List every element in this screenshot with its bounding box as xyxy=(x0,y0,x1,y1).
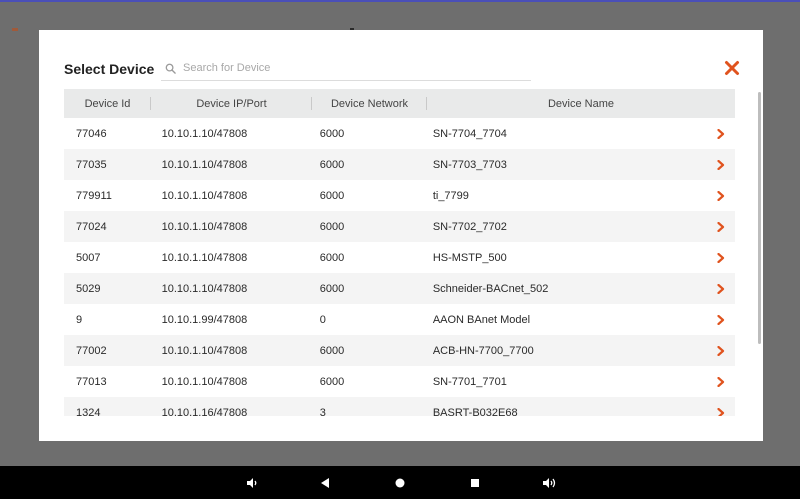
table-row[interactable]: 9 10.10.1.99/47808 0 AAON BAnet Model xyxy=(64,304,735,335)
device-id-cell: 9 xyxy=(76,313,83,326)
device-network-cell: 6000 xyxy=(319,127,345,140)
chevron-right-icon xyxy=(717,128,725,139)
row-select-button[interactable] xyxy=(682,366,735,397)
device-id-cell: 77046 xyxy=(76,127,107,140)
chevron-right-icon xyxy=(717,190,725,201)
row-select-button[interactable] xyxy=(682,211,735,242)
device-ip-cell: 10.10.1.99/47808 xyxy=(161,313,248,326)
table-scrollbar[interactable] xyxy=(758,92,761,344)
table-row[interactable]: 77013 10.10.1.10/47808 6000 SN-7701_7701 xyxy=(64,366,735,397)
status-strip xyxy=(0,0,800,2)
device-name-cell: BASRT-B032E68 xyxy=(432,406,518,417)
device-ip-cell: 10.10.1.10/47808 xyxy=(161,189,248,202)
row-select-button[interactable] xyxy=(682,242,735,273)
device-ip-cell: 10.10.1.16/47808 xyxy=(161,406,248,417)
device-name-cell: ti_7799 xyxy=(432,189,469,202)
column-header-device-network[interactable]: Device Network xyxy=(312,89,427,118)
table-row[interactable]: 77035 10.10.1.10/47808 6000 SN-7703_7703 xyxy=(64,149,735,180)
device-network-cell: 6000 xyxy=(319,344,345,357)
chevron-right-icon xyxy=(717,407,725,416)
device-name-cell: AAON BAnet Model xyxy=(432,313,531,326)
close-button[interactable] xyxy=(723,59,741,77)
device-name-cell: SN-7704_7704 xyxy=(432,127,507,140)
home-button[interactable] xyxy=(392,475,408,491)
device-network-cell: 6000 xyxy=(319,282,345,295)
column-header-device-name[interactable]: Device Name xyxy=(427,89,735,118)
home-icon xyxy=(395,478,405,488)
device-network-cell: 6000 xyxy=(319,220,345,233)
device-ip-cell: 10.10.1.10/47808 xyxy=(161,375,248,388)
system-nav-bar xyxy=(0,466,800,499)
row-select-button[interactable] xyxy=(682,304,735,335)
volume-up-button[interactable] xyxy=(541,475,557,491)
chevron-right-icon xyxy=(717,314,725,325)
recents-icon xyxy=(471,479,479,487)
column-header-device-id[interactable]: Device Id xyxy=(64,89,151,118)
device-table: Device Id Device IP/Port Device Network … xyxy=(64,89,735,416)
device-id-cell: 779911 xyxy=(76,189,112,202)
device-network-cell: 0 xyxy=(319,313,326,326)
chevron-right-icon xyxy=(717,252,725,263)
chevron-right-icon xyxy=(717,159,725,170)
device-id-cell: 1324 xyxy=(76,406,101,417)
recents-button[interactable] xyxy=(467,475,483,491)
device-id-cell: 77024 xyxy=(76,220,107,233)
back-icon xyxy=(321,478,329,488)
table-row[interactable]: 1324 10.10.1.16/47808 3 BASRT-B032E68 xyxy=(64,397,735,416)
volume-down-icon xyxy=(247,478,257,488)
device-network-cell: 6000 xyxy=(319,375,345,388)
device-network-cell: 3 xyxy=(319,406,326,417)
table-row[interactable]: 779911 10.10.1.10/47808 6000 ti_7799 xyxy=(64,180,735,211)
table-row[interactable]: 77024 10.10.1.10/47808 6000 SN-7702_7702 xyxy=(64,211,735,242)
chevron-right-icon xyxy=(717,345,725,356)
device-network-cell: 6000 xyxy=(319,251,345,264)
device-id-cell: 77013 xyxy=(76,375,107,388)
table-row[interactable]: 77002 10.10.1.10/47808 6000 ACB-HN-7700_… xyxy=(64,335,735,366)
table-row[interactable]: 5007 10.10.1.10/47808 6000 HS-MSTP_500 xyxy=(64,242,735,273)
dialog-title: Select Device xyxy=(64,61,155,77)
search-box[interactable] xyxy=(161,56,531,81)
table-row[interactable]: 5029 10.10.1.10/47808 6000 Schneider-BAC… xyxy=(64,273,735,304)
row-select-button[interactable] xyxy=(682,118,735,149)
volume-down-button[interactable] xyxy=(244,475,260,491)
device-ip-cell: 10.10.1.10/47808 xyxy=(161,282,248,295)
device-id-cell: 77002 xyxy=(76,344,107,357)
table-header: Device Id Device IP/Port Device Network … xyxy=(64,89,735,118)
device-network-cell: 6000 xyxy=(319,158,345,171)
chevron-right-icon xyxy=(717,221,725,232)
device-ip-cell: 10.10.1.10/47808 xyxy=(161,127,248,140)
device-id-cell: 77035 xyxy=(76,158,107,171)
device-name-cell: SN-7703_7703 xyxy=(432,158,507,171)
search-icon xyxy=(163,61,177,75)
back-button[interactable] xyxy=(317,475,333,491)
table-row[interactable]: 77046 10.10.1.10/47808 6000 SN-7704_7704 xyxy=(64,118,735,149)
row-select-button[interactable] xyxy=(682,149,735,180)
device-id-cell: 5007 xyxy=(76,251,101,264)
device-name-cell: ACB-HN-7700_7700 xyxy=(432,344,534,357)
device-network-cell: 6000 xyxy=(319,189,345,202)
close-icon xyxy=(725,61,739,75)
device-ip-cell: 10.10.1.10/47808 xyxy=(161,251,248,264)
row-select-button[interactable] xyxy=(682,273,735,304)
volume-up-icon xyxy=(542,478,555,488)
background-mark xyxy=(12,28,18,31)
screen: Select Device Device Id Device IP/Port D… xyxy=(0,0,800,499)
row-select-button[interactable] xyxy=(682,397,735,416)
device-ip-cell: 10.10.1.10/47808 xyxy=(161,220,248,233)
device-ip-cell: 10.10.1.10/47808 xyxy=(161,344,248,357)
search-input[interactable] xyxy=(183,62,513,74)
device-ip-cell: 10.10.1.10/47808 xyxy=(161,158,248,171)
row-select-button[interactable] xyxy=(682,180,735,211)
chevron-right-icon xyxy=(717,376,725,387)
row-select-button[interactable] xyxy=(682,335,735,366)
device-id-cell: 5029 xyxy=(76,282,101,295)
select-device-dialog: Select Device Device Id Device IP/Port D… xyxy=(39,30,763,441)
column-header-device-ip-port[interactable]: Device IP/Port xyxy=(151,89,312,118)
chevron-right-icon xyxy=(717,283,725,294)
device-name-cell: Schneider-BACnet_502 xyxy=(432,282,549,295)
device-name-cell: SN-7701_7701 xyxy=(432,375,507,388)
device-name-cell: SN-7702_7702 xyxy=(432,220,507,233)
device-name-cell: HS-MSTP_500 xyxy=(432,251,507,264)
